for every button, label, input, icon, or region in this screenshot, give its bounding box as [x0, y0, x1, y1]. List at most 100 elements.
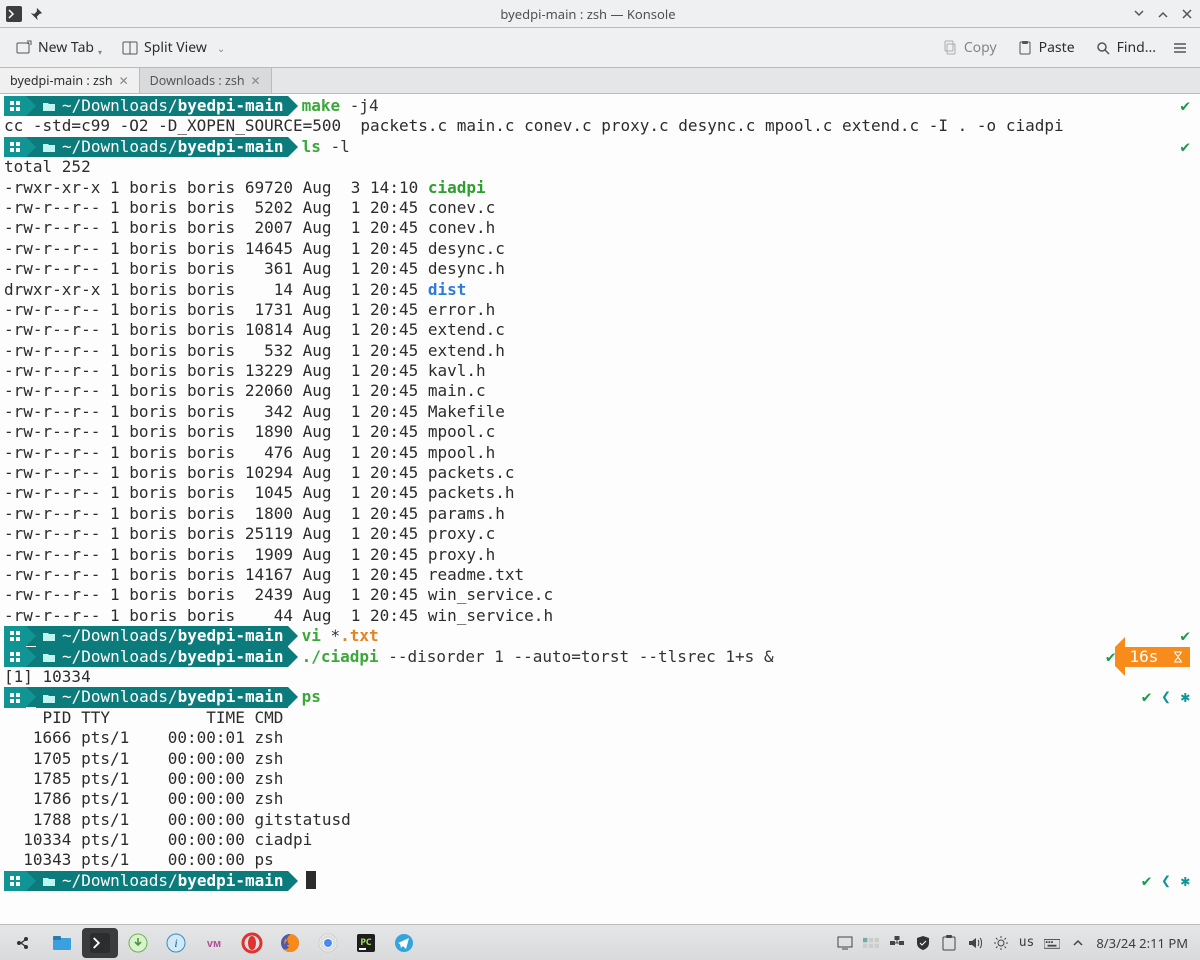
- terminal-line: -rw-r--r-- 1 boris boris 14645 Aug 1 20:…: [4, 239, 1200, 259]
- prompt-path: ~/Downloads/byedpi-main: [60, 687, 288, 707]
- terminal-line: 10334 pts/1 00:00:00 ciadpi: [4, 830, 1200, 850]
- terminal-line: ~/Downloads/byedpi-mainmake -j4✔: [4, 96, 1200, 116]
- tab-strip: byedpi-main : zsh ✕ Downloads : zsh ✕: [0, 68, 1200, 94]
- taskbar-files[interactable]: [44, 928, 80, 958]
- terminal-line: -rw-r--r-- 1 boris boris 476 Aug 1 20:45…: [4, 443, 1200, 463]
- search-icon: [1095, 40, 1111, 56]
- terminal-line: ~/Downloads/byedpi-mainvi *.txt✔: [4, 626, 1200, 646]
- prompt-path: ~/Downloads/byedpi-main: [60, 626, 288, 646]
- tray-desktop-icon[interactable]: [837, 935, 853, 951]
- gear-icon: ✱: [1180, 687, 1190, 706]
- prompt-host-icon: [4, 687, 26, 707]
- terminal-line: -rw-r--r-- 1 boris boris 1045 Aug 1 20:4…: [4, 483, 1200, 503]
- terminal-line: -rw-r--r-- 1 boris boris 1800 Aug 1 20:4…: [4, 504, 1200, 524]
- tray-network-icon[interactable]: [889, 935, 905, 951]
- taskbar-konsole[interactable]: [82, 928, 118, 958]
- terminal-line: -rw-r--r-- 1 boris boris 532 Aug 1 20:45…: [4, 341, 1200, 361]
- elapsed-badge: 16s: [1125, 647, 1190, 667]
- chevron-left-icon: ❮: [1161, 687, 1171, 706]
- minimize-button[interactable]: [1132, 7, 1146, 21]
- taskbar-opera[interactable]: [234, 928, 270, 958]
- terminal-line: -rw-r--r-- 1 boris boris 1909 Aug 1 20:4…: [4, 545, 1200, 565]
- prompt-path: ~/Downloads/byedpi-main: [60, 137, 288, 157]
- close-icon[interactable]: ✕: [251, 72, 261, 89]
- status-ok-icon: ✔: [1180, 137, 1190, 156]
- prompt-host-icon: [4, 626, 26, 646]
- copy-label: Copy: [964, 38, 997, 57]
- terminal-line: -rw-r--r-- 1 boris boris 2439 Aug 1 20:4…: [4, 585, 1200, 605]
- terminal-line: -rw-r--r-- 1 boris boris 13229 Aug 1 20:…: [4, 361, 1200, 381]
- command-name: make: [302, 96, 341, 115]
- folder-icon: [36, 137, 60, 157]
- taskbar-vm[interactable]: vм: [196, 928, 232, 958]
- prompt-path: ~/Downloads/byedpi-main: [60, 96, 288, 116]
- taskbar-telegram[interactable]: [386, 928, 422, 958]
- terminal-line: ~/Downloads/byedpi-main ps ✔ ❮ ✱: [4, 687, 1200, 707]
- close-icon[interactable]: ✕: [119, 72, 129, 89]
- terminal-area[interactable]: ~/Downloads/byedpi-mainmake -j4✔cc -std=…: [0, 94, 1200, 924]
- status-ok-icon: ✔: [1142, 871, 1152, 890]
- folder-icon: [36, 96, 60, 116]
- prompt-host-icon: [4, 96, 26, 116]
- tray-clipboard-icon[interactable]: [941, 935, 957, 951]
- tab-byedpi[interactable]: byedpi-main : zsh ✕: [0, 68, 140, 93]
- terminal-line: -rw-r--r-- 1 boris boris 25119 Aug 1 20:…: [4, 524, 1200, 544]
- maximize-button[interactable]: [1156, 7, 1170, 21]
- terminal-line: 1788 pts/1 00:00:00 gitstatusd: [4, 810, 1200, 830]
- tray-chevron-up-icon[interactable]: [1070, 935, 1086, 951]
- copy-button[interactable]: Copy: [932, 34, 1007, 61]
- cursor: [306, 871, 316, 889]
- taskbar-chrome[interactable]: [310, 928, 346, 958]
- terminal-line: 10343 pts/1 00:00:00 ps: [4, 850, 1200, 870]
- command-name: ls: [302, 137, 321, 156]
- taskbar-info[interactable]: i: [158, 928, 194, 958]
- find-button[interactable]: Find...: [1085, 34, 1166, 61]
- terminal-line: ~/Downloads/byedpi-main✔ ❮ ✱: [4, 871, 1200, 891]
- split-view-label: Split View: [144, 38, 207, 57]
- terminal-line: -rw-r--r-- 1 boris boris 2007 Aug 1 20:4…: [4, 218, 1200, 238]
- terminal-line: -rw-r--r-- 1 boris boris 22060 Aug 1 20:…: [4, 381, 1200, 401]
- svg-text:vм: vм: [207, 938, 221, 950]
- new-tab-icon: [16, 40, 32, 56]
- terminal-line: ~/Downloads/byedpi-main./ciadpi --disord…: [4, 647, 1200, 667]
- status-ok-icon: ✔: [1180, 626, 1190, 645]
- terminal-line: 1785 pts/1 00:00:00 zsh: [4, 769, 1200, 789]
- hamburger-menu[interactable]: [1166, 36, 1194, 60]
- tab-label: byedpi-main : zsh: [10, 72, 113, 89]
- status-ok-icon: ✔: [1180, 96, 1190, 115]
- gear-icon: ✱: [1180, 871, 1190, 890]
- paste-button[interactable]: Paste: [1007, 34, 1085, 61]
- taskbar-pycharm[interactable]: PC: [348, 928, 384, 958]
- app-icon: [6, 6, 22, 22]
- prompt-path: ~/Downloads/byedpi-main: [60, 871, 288, 891]
- window-title: byedpi-main : zsh — Konsole: [44, 5, 1132, 23]
- taskbar: i vм PC: [0, 924, 1200, 960]
- close-button[interactable]: [1180, 7, 1194, 21]
- chevron-down-icon[interactable]: ⌄: [217, 41, 225, 55]
- terminal-line: -rw-r--r-- 1 boris boris 1731 Aug 1 20:4…: [4, 300, 1200, 320]
- terminal-line: -rw-r--r-- 1 boris boris 5202 Aug 1 20:4…: [4, 198, 1200, 218]
- tray-workspaces-icon[interactable]: [863, 935, 879, 951]
- new-tab-button[interactable]: New Tab ▾: [6, 33, 112, 62]
- find-label: Find...: [1117, 38, 1156, 57]
- split-view-button[interactable]: Split View ⌄: [112, 34, 227, 61]
- command-name: ps: [302, 687, 321, 706]
- app-launcher[interactable]: [6, 928, 42, 958]
- taskbar-firefox[interactable]: [272, 928, 308, 958]
- pin-icon[interactable]: [28, 6, 44, 22]
- tray-keyboard-icon[interactable]: [1044, 935, 1060, 951]
- tray-brightness-icon[interactable]: [993, 935, 1009, 951]
- chevron-down-icon[interactable]: ▾: [98, 47, 102, 58]
- tray-language[interactable]: us: [1019, 935, 1035, 950]
- paste-icon: [1017, 40, 1033, 56]
- taskbar-download[interactable]: [120, 928, 156, 958]
- tray-clock[interactable]: 8/3/24 2:11 PM: [1096, 934, 1188, 952]
- status-ok-icon: ✔: [1142, 687, 1152, 706]
- hourglass-icon: [1172, 651, 1184, 663]
- terminal-line: -rw-r--r-- 1 boris boris 44 Aug 1 20:45 …: [4, 606, 1200, 626]
- tray-volume-icon[interactable]: [967, 935, 983, 951]
- tray-shield-icon[interactable]: [915, 935, 931, 951]
- tab-downloads[interactable]: Downloads : zsh ✕: [140, 68, 272, 93]
- terminal-line: -rw-r--r-- 1 boris boris 342 Aug 1 20:45…: [4, 402, 1200, 422]
- folder-icon: [36, 687, 60, 707]
